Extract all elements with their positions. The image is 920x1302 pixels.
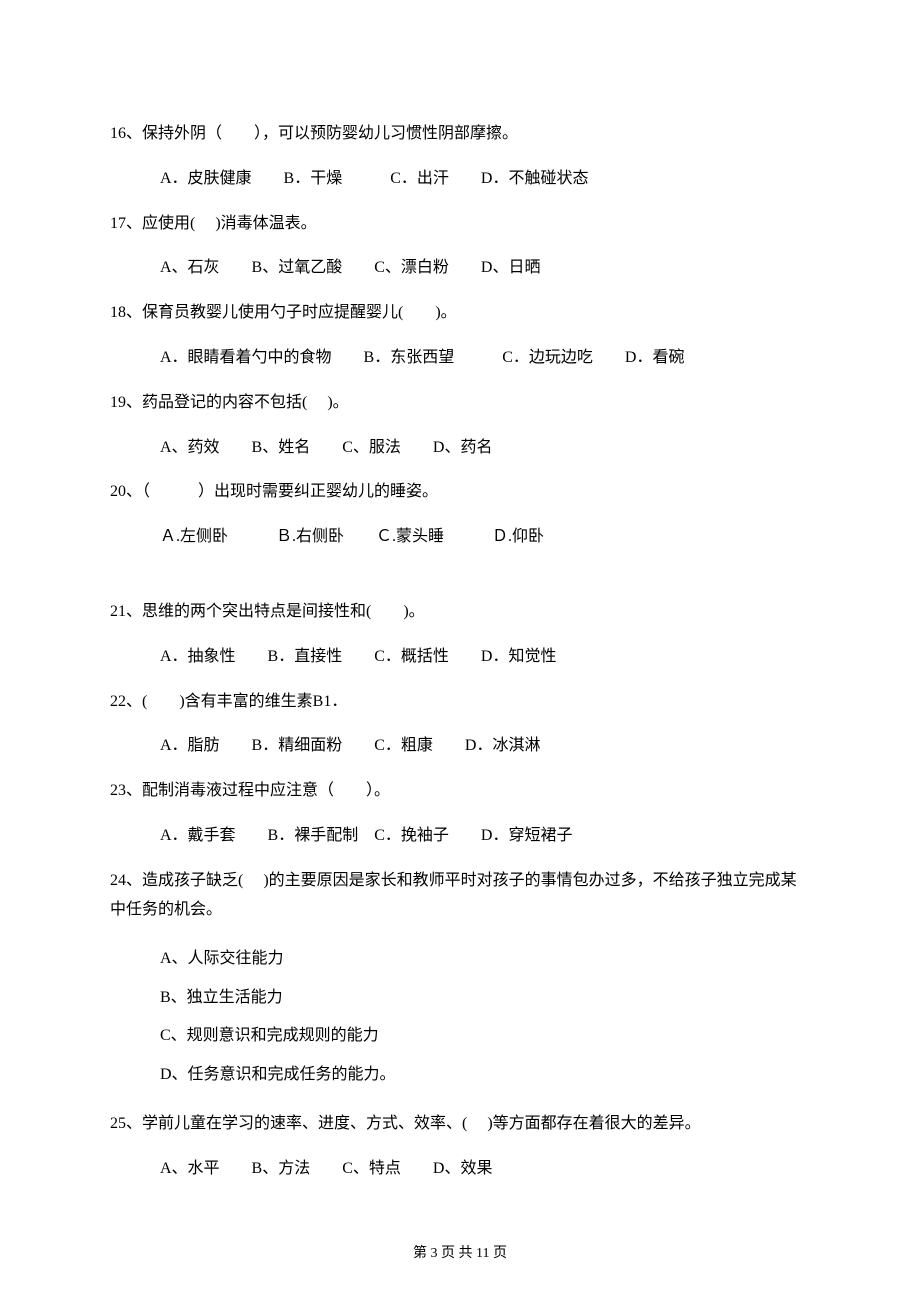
question-21-options: A．抽象性 B．直接性 C．概括性 D．知觉性: [110, 643, 810, 672]
page-footer: 第 3 页 共 11 页: [0, 1242, 920, 1262]
question-24-option-b: B、独立生活能力: [160, 979, 810, 1017]
question-22-options: A．脂肪 B．精细面粉 C．粗康 D．冰淇淋: [110, 732, 810, 761]
question-24-options: A、人际交往能力 B、独立生活能力 C、规则意识和完成规则的能力 D、任务意识和…: [110, 940, 810, 1094]
question-19-options: A、药效 B、姓名 C、服法 D、药名: [110, 434, 810, 463]
question-16-stem: 16、保持外阴（ ），可以预防婴幼儿习惯性阴部摩擦。: [110, 120, 810, 149]
question-22-stem: 22、( )含有丰富的维生素B1．: [110, 688, 810, 717]
question-24-option-a: A、人际交往能力: [160, 940, 810, 978]
question-20-options: Ａ.左侧卧 Ｂ.右侧卧 Ｃ.蒙头睡 Ｄ.仰卧: [110, 523, 810, 552]
question-19-stem: 19、药品登记的内容不包括( )。: [110, 389, 810, 418]
question-24-stem: 24、造成孩子缺乏( )的主要原因是家长和教师平时对孩子的事情包办过多，不给孩子…: [110, 867, 810, 925]
page: 16、保持外阴（ ），可以预防婴幼儿习惯性阴部摩擦。 A．皮肤健康 B．干燥 C…: [0, 0, 920, 1302]
question-25-stem: 25、学前儿童在学习的速率、进度、方式、效率、( )等方面都存在着很大的差异。: [110, 1110, 810, 1139]
question-16-options: A．皮肤健康 B．干燥 C．出汗 D．不触碰状态: [110, 165, 810, 194]
question-23-options: A．戴手套 B．裸手配制 C．挽袖子 D．穿短裙子: [110, 822, 810, 851]
question-24-option-d: D、任务意识和完成任务的能力。: [160, 1056, 810, 1094]
spacing: [110, 568, 810, 598]
question-23-stem: 23、配制消毒液过程中应注意（ ）。: [110, 777, 810, 806]
question-17-options: A、石灰 B、过氧乙酸 C、漂白粉 D、日晒: [110, 254, 810, 283]
question-18-stem: 18、保育员教婴儿使用勺子时应提醒婴儿( )。: [110, 299, 810, 328]
question-18-options: A．眼睛看着勺中的食物 B．东张西望 C．边玩边吃 D．看碗: [110, 344, 810, 373]
question-17-stem: 17、应使用( )消毒体温表。: [110, 210, 810, 239]
question-25-options: A、水平 B、方法 C、特点 D、效果: [110, 1155, 810, 1184]
question-24-option-c: C、规则意识和完成规则的能力: [160, 1017, 810, 1055]
question-21-stem: 21、思维的两个突出特点是间接性和( )。: [110, 598, 810, 627]
question-20-stem: 20、（ ）出现时需要纠正婴幼儿的睡姿。: [110, 478, 810, 507]
